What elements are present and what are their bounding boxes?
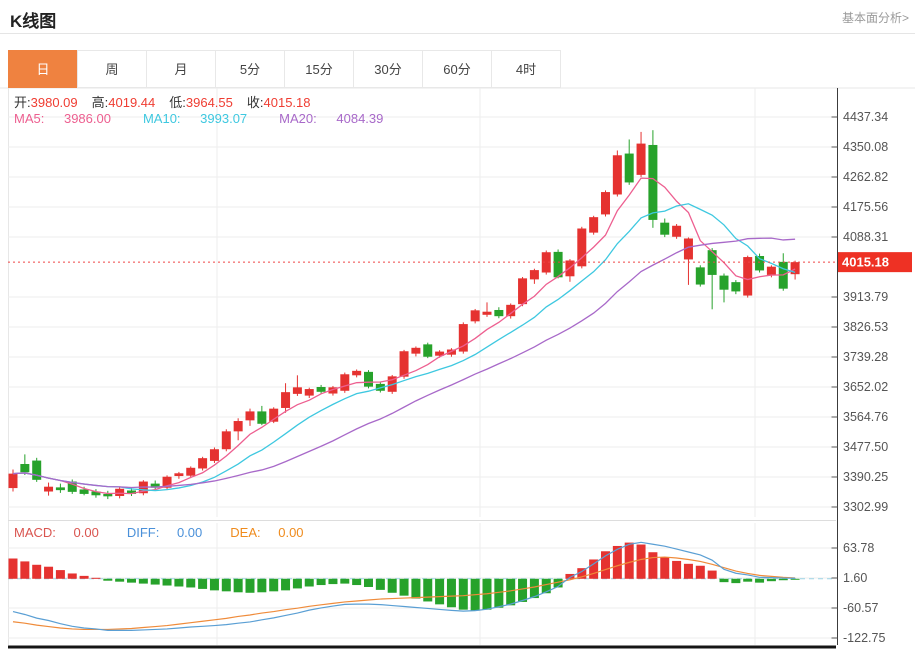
tab-60min[interactable]: 60分 — [422, 50, 492, 88]
ma20-readout: MA20: 4084.39 — [279, 111, 399, 126]
tab-30min[interactable]: 30分 — [353, 50, 423, 88]
svg-text:3390.25: 3390.25 — [843, 470, 888, 484]
svg-text:3302.99: 3302.99 — [843, 500, 888, 514]
svg-text:4262.82: 4262.82 — [843, 170, 888, 184]
open-label: 开: — [14, 95, 31, 110]
svg-text:4437.34: 4437.34 — [843, 110, 888, 124]
svg-text:4350.08: 4350.08 — [843, 140, 888, 154]
dea-value-readout: DEA: 0.00 — [230, 525, 317, 540]
svg-text:4088.31: 4088.31 — [843, 230, 888, 244]
high-value: 4019.44 — [108, 95, 155, 110]
svg-text:3913.79: 3913.79 — [843, 290, 888, 304]
svg-text:1.60: 1.60 — [843, 571, 867, 585]
open-value: 3980.09 — [31, 95, 78, 110]
ohlc-readout: 开:3980.09 高:4019.44 低:3964.55 收:4015.18 — [14, 92, 325, 111]
svg-text:4175.56: 4175.56 — [843, 200, 888, 214]
kline-widget: K线图 基本面分析> 日 周 月 5分 15分 30分 60分 4时 4437.… — [0, 0, 915, 649]
tab-15min[interactable]: 15分 — [284, 50, 354, 88]
svg-text:63.78: 63.78 — [843, 541, 874, 555]
tab-month[interactable]: 月 — [146, 50, 216, 88]
svg-text:4015.18: 4015.18 — [842, 255, 889, 270]
low-value: 3964.55 — [186, 95, 233, 110]
svg-text:3826.53: 3826.53 — [843, 320, 888, 334]
tab-week[interactable]: 周 — [77, 50, 147, 88]
svg-text:-60.57: -60.57 — [843, 601, 878, 615]
svg-text:3477.50: 3477.50 — [843, 440, 888, 454]
svg-text:-122.75: -122.75 — [843, 631, 885, 645]
close-label: 收: — [247, 95, 264, 110]
close-value: 4015.18 — [264, 95, 311, 110]
high-label: 高: — [92, 95, 109, 110]
macd-value-readout: MACD: 0.00 — [14, 525, 113, 540]
macd-readout: MACD: 0.00 DIFF: 0.00 DEA: 0.00 — [14, 525, 332, 540]
low-label: 低: — [169, 95, 186, 110]
svg-text:3739.28: 3739.28 — [843, 350, 888, 364]
diff-value-readout: DIFF: 0.00 — [127, 525, 216, 540]
tab-5min[interactable]: 5分 — [215, 50, 285, 88]
ma5-readout: MA5: 3986.00 — [14, 111, 127, 126]
ma10-readout: MA10: 3993.07 — [143, 111, 263, 126]
svg-text:3652.02: 3652.02 — [843, 380, 888, 394]
tab-day[interactable]: 日 — [8, 50, 78, 88]
tab-4hour[interactable]: 4时 — [491, 50, 561, 88]
period-tabs: 日 周 月 5分 15分 30分 60分 4时 — [8, 50, 561, 88]
ma-readout: MA5: 3986.00 MA10: 3993.07 MA20: 4084.39 — [14, 111, 415, 126]
svg-text:3564.76: 3564.76 — [843, 410, 888, 424]
